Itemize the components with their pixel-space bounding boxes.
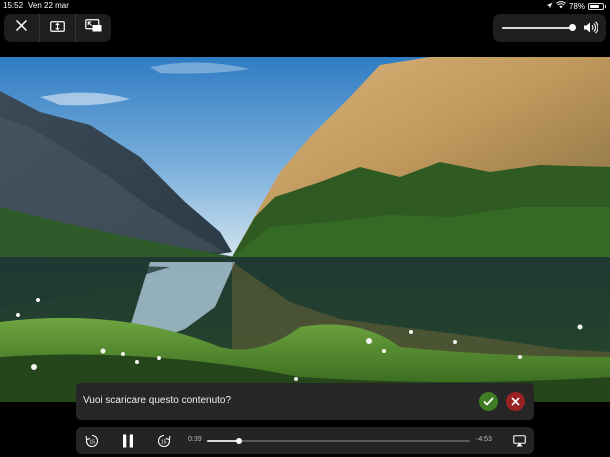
battery-percent: 78%	[568, 1, 585, 11]
skip-back-icon: 15	[85, 434, 99, 447]
speaker-icon[interactable]	[583, 21, 599, 39]
pause-icon	[123, 434, 133, 448]
picture-in-picture-button[interactable]	[76, 14, 111, 42]
volume-slider[interactable]	[502, 24, 577, 31]
close-icon	[15, 19, 28, 37]
battery-icon	[588, 2, 604, 10]
airplay-button[interactable]	[510, 432, 528, 450]
skip-back-button[interactable]: 15	[83, 432, 101, 450]
location-icon	[546, 2, 553, 11]
progress-thumb[interactable]	[235, 438, 242, 444]
download-prompt-text: Vuoi scaricare questo contenuto?	[83, 395, 232, 406]
volume-control	[493, 14, 606, 42]
confirm-download-button[interactable]	[479, 392, 498, 411]
airplay-icon	[512, 435, 526, 447]
battery-level	[590, 4, 599, 8]
progress-slider[interactable]	[207, 438, 470, 444]
skip-back-label: 15	[90, 440, 96, 446]
x-icon	[511, 393, 520, 411]
skip-forward-icon: 15	[157, 434, 171, 447]
playback-bar: 15 15 0:39 -4:53	[76, 427, 534, 454]
picture-in-picture-icon	[85, 19, 102, 37]
volume-thumb[interactable]	[569, 24, 577, 31]
skip-forward-label: 15	[161, 440, 167, 446]
elapsed-time: 0:39	[188, 436, 202, 443]
close-button[interactable]	[4, 14, 40, 42]
status-time: 15:52	[3, 1, 24, 10]
skip-forward-button[interactable]: 15	[155, 432, 173, 450]
status-date: Ven 22 mar	[28, 1, 69, 10]
wifi-icon	[556, 1, 566, 11]
status-indicators: 78%	[546, 1, 606, 11]
checkmark-icon	[483, 393, 494, 411]
download-prompt: Vuoi scaricare questo contenuto?	[76, 383, 534, 420]
video-frame[interactable]	[0, 57, 610, 402]
volume-fill	[502, 27, 573, 29]
video-scene-image	[0, 57, 610, 402]
aspect-ratio-icon	[50, 19, 65, 37]
remaining-time: -4:53	[476, 436, 492, 443]
pause-button[interactable]	[119, 432, 137, 450]
progress-fill	[207, 440, 239, 442]
player-top-controls	[4, 14, 111, 42]
aspect-ratio-button[interactable]	[40, 14, 76, 42]
battery-tip	[605, 4, 606, 8]
cancel-download-button[interactable]	[506, 392, 525, 411]
status-bar: 15:52 Ven 22 mar 78%	[0, 0, 610, 12]
